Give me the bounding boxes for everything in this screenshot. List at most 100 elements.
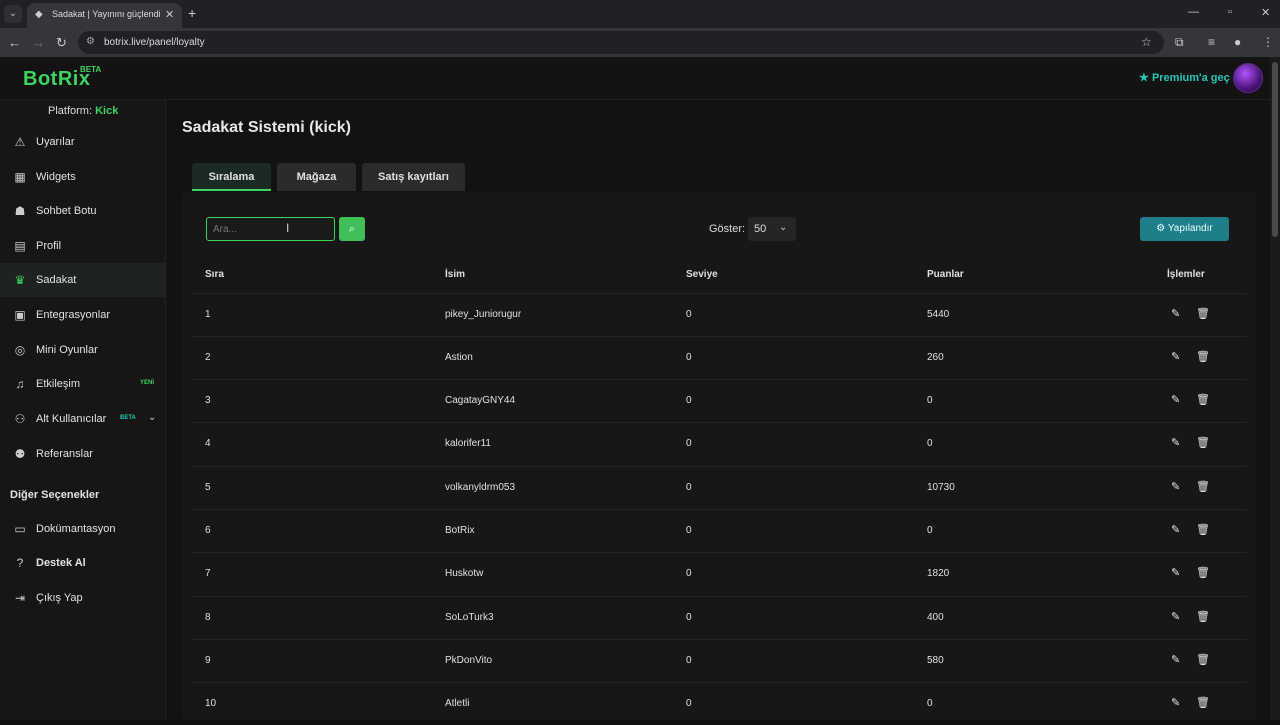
edit-icon[interactable]: ✎	[1171, 307, 1180, 320]
rank-cell: 1	[205, 309, 211, 320]
trash-icon[interactable]: 🗑	[1196, 436, 1210, 449]
edit-icon[interactable]: ✎	[1171, 393, 1180, 406]
url-field[interactable]: ⚙ botrix.live/panel/loyalty ☆	[78, 31, 1164, 54]
edit-icon[interactable]: ✎	[1171, 610, 1180, 623]
trash-icon[interactable]: 🗑	[1196, 653, 1210, 666]
header-points: Puanlar	[927, 269, 964, 280]
close-tab-icon[interactable]: ✕	[165, 8, 174, 21]
points-cell: 0	[927, 698, 933, 709]
minimize-icon[interactable]: —	[1188, 6, 1199, 18]
level-cell: 0	[686, 438, 692, 449]
sidebar-item-docs[interactable]: ▭ Dokümantasyon	[0, 512, 165, 546]
rank-cell: 5	[205, 482, 211, 493]
level-cell: 0	[686, 352, 692, 363]
name-cell: SoLoTurk3	[445, 612, 494, 623]
trash-icon[interactable]: 🗑	[1196, 393, 1210, 406]
edit-icon[interactable]: ✎	[1171, 480, 1180, 493]
edit-icon[interactable]: ✎	[1171, 696, 1180, 709]
table-row: 3 CagatayGNY44 0 0 ✎ 🗑	[192, 379, 1246, 422]
maximize-icon[interactable]: ▫	[1228, 6, 1232, 18]
edit-icon[interactable]: ✎	[1171, 523, 1180, 536]
sidebar-item-support[interactable]: ? Destek Al	[0, 546, 165, 580]
edit-icon[interactable]: ✎	[1171, 436, 1180, 449]
sidebar-item-loyalty[interactable]: ♛ Sadakat	[0, 263, 165, 297]
sidebar: Platform: Kick ⚠ Uyarılar ▦ Widgets ☗ So…	[0, 100, 166, 720]
sidebar-item-profile[interactable]: ▤ Profil	[0, 229, 165, 263]
search-button[interactable]: ⌕	[339, 217, 365, 241]
sidebar-item-label: Widgets	[36, 171, 76, 183]
page-size-value: 50	[754, 223, 767, 235]
sidebar-item-referrals[interactable]: ⚉ Referanslar	[0, 437, 165, 471]
platform-value: Kick	[95, 105, 119, 117]
trash-icon[interactable]: 🗑	[1196, 480, 1210, 493]
page-size-select[interactable]: 50 ⌄	[748, 217, 796, 241]
rank-cell: 4	[205, 438, 211, 449]
question-icon: ?	[16, 556, 24, 570]
sidebar-item-interaction[interactable]: ♫ Etkileşim YENİ	[0, 367, 165, 401]
edit-icon[interactable]: ✎	[1171, 566, 1180, 579]
text-cursor-icon: I	[286, 221, 290, 235]
trash-icon[interactable]: 🗑	[1196, 350, 1210, 363]
tab-ranking[interactable]: Sıralama	[192, 163, 271, 191]
avatar[interactable]	[1233, 63, 1263, 93]
profile-icon[interactable]: ●	[1234, 35, 1241, 49]
tab-sales-logs[interactable]: Satış kayıtları	[362, 163, 465, 191]
sidebar-item-minigames[interactable]: ◎ Mini Oyunlar	[0, 333, 165, 367]
close-window-icon[interactable]: ✕	[1261, 6, 1270, 19]
tab-store[interactable]: Mağaza	[277, 163, 356, 191]
reload-icon[interactable]: ↻	[56, 35, 67, 51]
trash-icon[interactable]: 🗑	[1196, 307, 1210, 320]
sidebar-item-chatbot[interactable]: ☗ Sohbet Botu	[0, 194, 165, 228]
edit-icon[interactable]: ✎	[1171, 653, 1180, 666]
book-icon: ▭	[14, 522, 26, 536]
music-icon: ♫	[15, 377, 25, 391]
sidebar-item-logout[interactable]: ⇥ Çıkış Yap	[0, 581, 165, 615]
sidebar-item-label: Sohbet Botu	[36, 205, 97, 217]
premium-link[interactable]: ★ Premium'a geç	[1139, 71, 1230, 84]
warning-icon: ⚠	[14, 135, 26, 149]
name-cell: Huskotw	[445, 568, 484, 579]
id-card-icon: ▤	[14, 239, 26, 253]
sidebar-item-widgets[interactable]: ▦ Widgets	[0, 160, 165, 194]
name-cell: kalorifer11	[445, 438, 491, 449]
trash-icon[interactable]: 🗑	[1196, 523, 1210, 536]
configure-label: Yapılandır	[1167, 223, 1213, 234]
robot-icon: ☗	[14, 204, 26, 218]
browser-tab[interactable]: ◆ Sadakat | Yayınını güçlendirmek ✕	[27, 3, 182, 28]
users-icon: ⚉	[14, 447, 26, 461]
sidebar-item-subusers[interactable]: ⚇ Alt Kullanıcılar BETA ⌄	[0, 402, 165, 436]
tab-search-chevron-icon[interactable]: ⌄	[4, 5, 22, 23]
configure-button[interactable]: ⚙ Yapılandır	[1140, 217, 1229, 241]
trash-icon[interactable]: 🗑	[1196, 696, 1210, 709]
site-info-icon[interactable]: ⚙	[86, 36, 95, 47]
sidebar-item-alerts[interactable]: ⚠ Uyarılar	[0, 125, 165, 159]
chevron-down-icon: ⌄	[779, 222, 788, 233]
address-bar-row: ← → ↻ ⚙ botrix.live/panel/loyalty ☆ ⧉ ≡ …	[0, 28, 1280, 57]
trash-icon[interactable]: 🗑	[1196, 566, 1210, 579]
users-cog-icon: ⚇	[14, 412, 26, 426]
header-rank: Sıra	[205, 269, 224, 280]
search-input[interactable]	[206, 217, 335, 241]
scrollbar-thumb[interactable]	[1272, 62, 1278, 237]
sidebar-item-label: Sadakat	[36, 274, 77, 286]
chevron-down-icon[interactable]: ⌄	[148, 412, 156, 423]
name-cell: pikey_Juniorugur	[445, 309, 522, 320]
table-row: 7 Huskotw 0 1820 ✎ 🗑	[192, 552, 1246, 595]
back-icon[interactable]: ←	[8, 35, 21, 50]
trash-icon[interactable]: 🗑	[1196, 610, 1210, 623]
forward-icon[interactable]: →	[32, 35, 45, 50]
extensions-icon[interactable]: ⧉	[1175, 35, 1184, 50]
table-row: 6 BotRix 0 0 ✎ 🗑	[192, 509, 1246, 552]
name-cell: volkanyldrm053	[445, 482, 516, 493]
media-icon[interactable]: ≡	[1208, 35, 1215, 49]
main-content: Sadakat Sistemi (kick) Sıralama Mağaza S…	[166, 100, 1270, 720]
sidebar-item-label: Profil	[36, 240, 62, 252]
sidebar-item-label: Alt Kullanıcılar	[36, 413, 107, 425]
edit-icon[interactable]: ✎	[1171, 350, 1180, 363]
new-tab-icon[interactable]: +	[188, 5, 196, 21]
browser-menu-icon[interactable]: ⋮	[1262, 35, 1274, 49]
bookmark-star-icon[interactable]: ☆	[1141, 35, 1152, 49]
page-scrollbar[interactable]	[1270, 57, 1280, 720]
sidebar-item-label: Destek Al	[36, 557, 86, 569]
sidebar-item-integrations[interactable]: ▣ Entegrasyonlar	[0, 298, 165, 332]
